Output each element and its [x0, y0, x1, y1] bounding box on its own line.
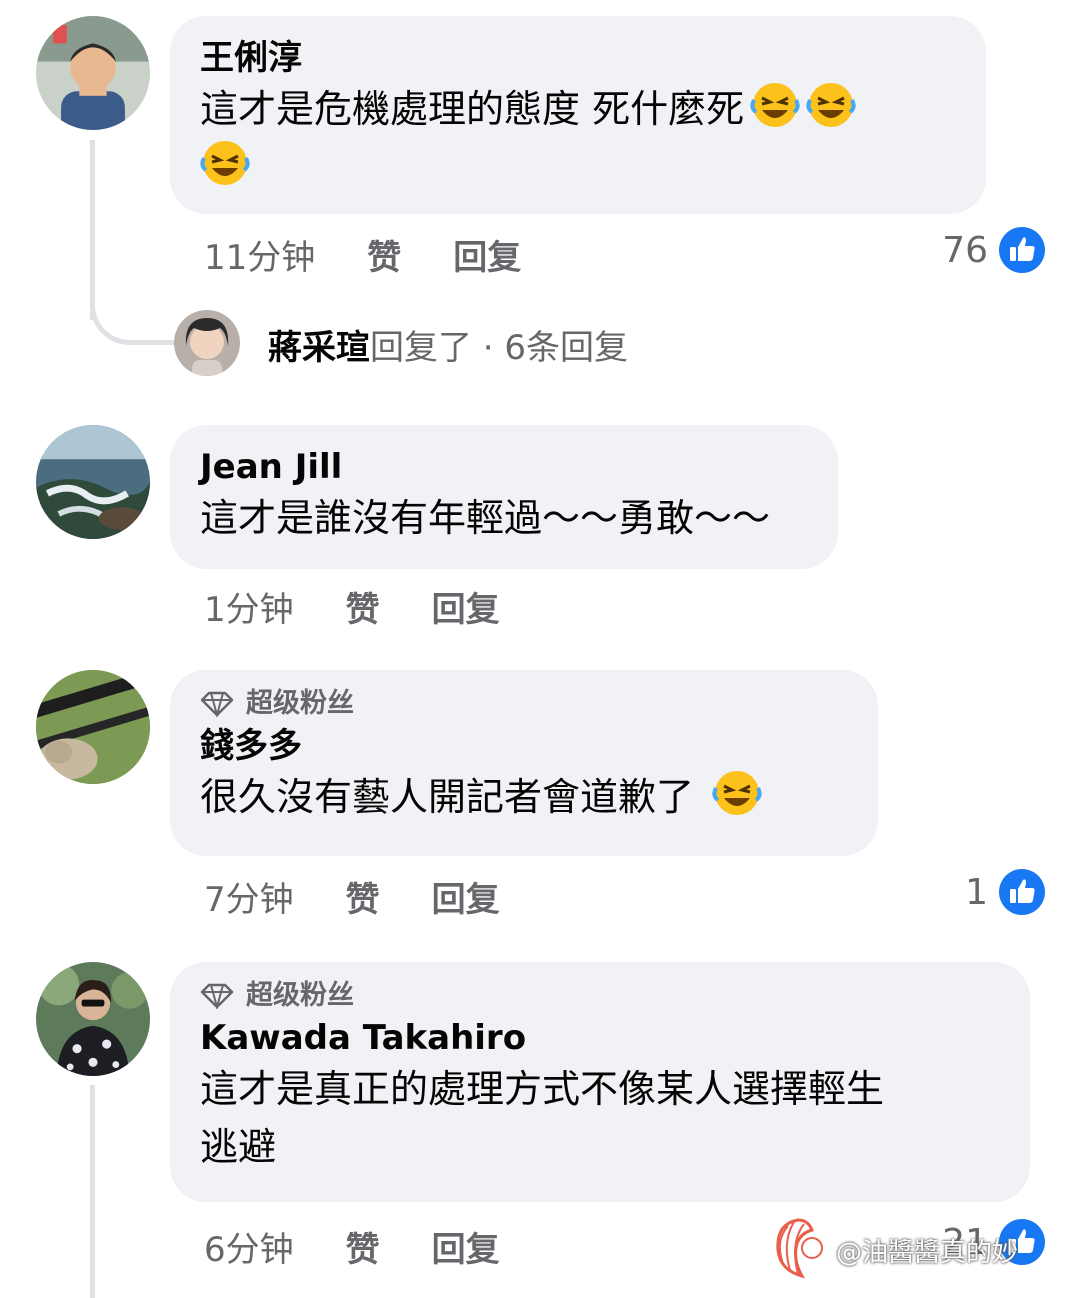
watermark-logo-icon — [768, 1212, 832, 1282]
thread-line-4 — [90, 1085, 95, 1298]
comment-text: 這才是危機處理的態度 死什麼死 — [200, 80, 956, 138]
fan-badge: 超级粉丝 — [200, 684, 848, 724]
reply-button[interactable]: 回复 — [432, 582, 500, 631]
avatar[interactable] — [36, 425, 150, 539]
thumbs-up-icon — [998, 868, 1046, 916]
reply-button[interactable]: 回复 — [432, 1222, 500, 1271]
reaction-summary[interactable]: 1 — [965, 868, 1046, 916]
comment-author[interactable]: Kawada Takahiro — [200, 1016, 1000, 1060]
comment-meta: 6分钟 赞 回复 — [204, 1222, 500, 1271]
reaction-count: 1 — [965, 871, 988, 913]
avatar[interactable] — [36, 962, 150, 1076]
avatar[interactable] — [36, 16, 150, 130]
reply-button[interactable]: 回复 — [432, 872, 500, 921]
comment-time[interactable]: 6分钟 — [204, 1222, 294, 1271]
watermark: @油醬醬真的妙 — [836, 1238, 1019, 1268]
avatar[interactable] — [36, 670, 150, 784]
comment-time[interactable]: 11分钟 — [204, 230, 315, 279]
like-button[interactable]: 赞 — [367, 230, 401, 279]
comment-text: 很久沒有藝人開記者會道歉了 — [200, 768, 848, 826]
reply-author-name: 蔣采瑄 — [268, 328, 370, 368]
reaction-count: 76 — [942, 229, 988, 271]
comment-text-body: 很久沒有藝人開記者會道歉了 — [200, 775, 695, 819]
fan-badge-label: 超级粉丝 — [246, 980, 354, 1011]
reaction-summary[interactable]: 76 — [942, 226, 1046, 274]
reply-button[interactable]: 回复 — [453, 230, 521, 279]
rofl-emoji — [750, 80, 800, 130]
comment-bubble: 超级粉丝 錢多多 很久沒有藝人開記者會道歉了 — [170, 670, 878, 856]
like-button[interactable]: 赞 — [346, 1222, 380, 1271]
rofl-emoji — [200, 138, 250, 188]
thread-line-1-curve — [90, 270, 175, 345]
comment-author[interactable]: 錢多多 — [200, 724, 848, 768]
comment-meta: 7分钟 赞 回复 — [204, 872, 500, 921]
comment-bubble: 超级粉丝 Kawada Takahiro 這才是真正的處理方式不像某人選擇輕生 … — [170, 962, 1030, 1202]
comment-time[interactable]: 1分钟 — [204, 582, 294, 631]
reply-summary-text: 回复了 · 6条回复 — [370, 328, 629, 368]
comment-author[interactable]: 王俐淳 — [200, 36, 956, 80]
like-button[interactable]: 赞 — [346, 582, 380, 631]
avatar[interactable] — [174, 310, 240, 376]
comment-author[interactable]: Jean Jill — [200, 445, 808, 489]
view-replies-link[interactable]: 蔣采瑄 回复了 · 6条回复 — [268, 320, 628, 369]
comment-text: 這才是誰沒有年輕過～～勇敢～～ — [200, 496, 771, 540]
comment-text-body: 這才是危機處理的態度 死什麼死 — [200, 87, 745, 131]
comment-bubble: Jean Jill 這才是誰沒有年輕過～～勇敢～～ — [170, 425, 838, 569]
fan-badge: 超级粉丝 — [200, 976, 1000, 1016]
comment-bubble: 王俐淳 這才是危機處理的態度 死什麼死 — [170, 16, 986, 214]
rofl-emoji — [712, 768, 762, 818]
diamond-icon — [200, 691, 234, 717]
comment-text-line2 — [200, 138, 956, 196]
comment-meta: 11分钟 赞 回复 — [204, 230, 521, 279]
diamond-icon — [200, 983, 234, 1009]
comment-text-line2: 逃避 — [200, 1125, 277, 1169]
comment-meta: 1分钟 赞 回复 — [204, 582, 500, 631]
fan-badge-label: 超级粉丝 — [246, 688, 354, 719]
thumbs-up-icon — [998, 226, 1046, 274]
comment-text: 這才是真正的處理方式不像某人選擇輕生 — [200, 1067, 885, 1111]
like-button[interactable]: 赞 — [346, 872, 380, 921]
comment-time[interactable]: 7分钟 — [204, 872, 294, 921]
rofl-emoji — [806, 80, 856, 130]
